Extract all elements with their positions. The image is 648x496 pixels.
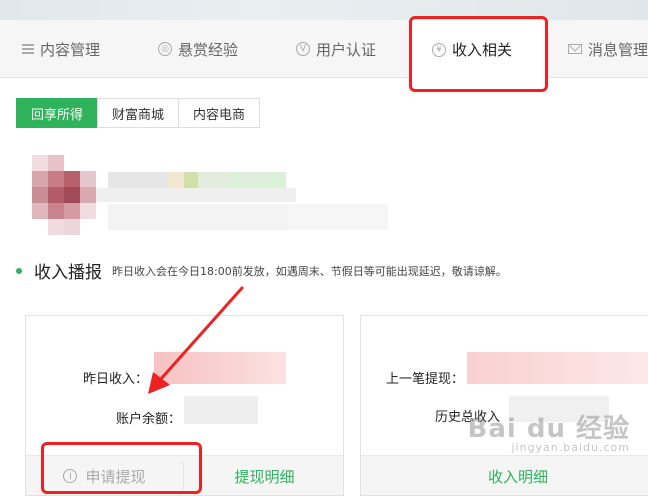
nav-item-label: 内容管理 (40, 40, 101, 59)
watermark: Bai du 经验 jingyan.baidu.com (468, 408, 631, 454)
blurred-yesterday-income (154, 352, 286, 384)
nav-item-user-verification[interactable]: V 用户认证 (296, 20, 376, 78)
income-broadcast-header: 收入播报 昨日收入会在今日18:00前发放，如遇周末、节假日等可能出现延迟，敬请… (16, 258, 507, 283)
nav-item-reward-experience[interactable]: ◎ 悬赏经验 (158, 20, 238, 78)
top-nav: 内容管理 ◎ 悬赏经验 V 用户认证 ¥ 收入相关 消息管理 (0, 20, 648, 79)
subtab-share-income[interactable]: 回享所得 (16, 98, 99, 128)
watermark-text: Bai du 经验 (467, 414, 630, 444)
mail-icon (568, 44, 582, 54)
yuan-icon: ¥ (432, 42, 446, 57)
income-detail-link[interactable]: 收入明细 (361, 456, 648, 496)
account-income-card: 昨日收入： 账户余额： i 申请提现 提现明细 (25, 315, 344, 496)
section-note: 昨日收入会在今日18:00前发放，如遇周末、节假日等可能出现延迟，敬请谅解。 (112, 264, 507, 278)
bullet-dot (16, 267, 22, 274)
nav-item-label: 悬赏经验 (178, 40, 239, 59)
browser-top-strip (0, 0, 648, 20)
income-subtabs: 回享所得 财富商城 内容电商 (16, 98, 261, 128)
nav-item-message-management[interactable]: 消息管理 (568, 20, 648, 78)
left-card-footer: i 申请提现 提现明细 (26, 455, 343, 495)
coin-icon: ◎ (158, 42, 172, 56)
section-title: 收入播报 (34, 263, 102, 283)
subtab-wealth-mall[interactable]: 财富商城 (97, 98, 180, 128)
right-card-footer: 收入明细 (361, 455, 648, 495)
apply-withdraw-button[interactable]: i 申请提现 (26, 462, 184, 490)
subtab-content-ecommerce[interactable]: 内容电商 (178, 98, 261, 128)
account-balance-label: 账户余额： (116, 412, 182, 427)
blurred-last-withdraw (467, 352, 648, 384)
verify-icon: V (296, 42, 310, 56)
nav-item-label: 用户认证 (316, 40, 377, 59)
withdraw-detail-link[interactable]: 提现明细 (184, 456, 345, 496)
apply-withdraw-label: 申请提现 (85, 467, 146, 486)
yesterday-income-label: 昨日收入： (83, 372, 149, 387)
nav-item-label: 消息管理 (588, 40, 648, 59)
nav-item-content-management[interactable]: 内容管理 (22, 20, 100, 78)
list-icon (22, 44, 34, 54)
income-history-card: 上一笔提现： 历史总收入 收入明细 (360, 315, 648, 496)
info-icon: i (63, 469, 78, 483)
blurred-account-balance (184, 396, 258, 424)
nav-item-income[interactable]: ¥ 收入相关 (412, 20, 546, 79)
nav-item-label: 收入相关 (452, 41, 513, 59)
last-withdraw-label: 上一笔提现： (386, 372, 465, 387)
